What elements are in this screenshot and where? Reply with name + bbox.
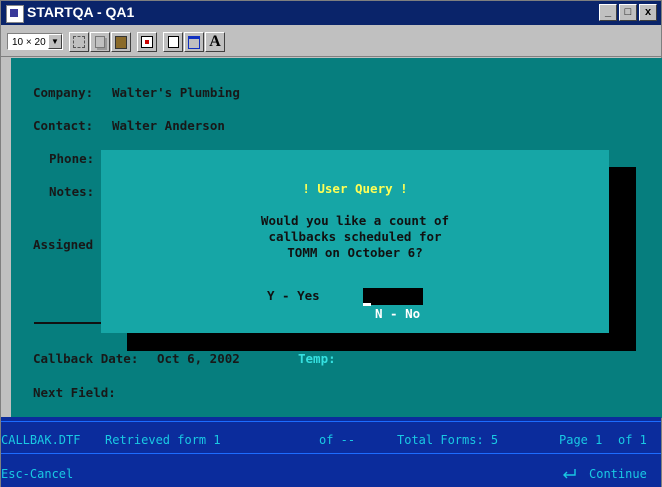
app-window: STARTQA - QA1 _ □ x 10 × 20 ▼ A Company:… <box>0 0 662 487</box>
no-option[interactable]: N - No <box>363 288 423 321</box>
maximize-button[interactable]: □ <box>619 4 637 21</box>
copy-button[interactable] <box>90 32 110 52</box>
dialog-title: ! User Query ! <box>302 181 408 196</box>
paste-icon <box>115 35 127 49</box>
phone-label: Phone: <box>49 151 95 166</box>
dialog-message-line-1: Would you like a count of <box>260 213 450 228</box>
status-total-forms: Total Forms: 5 <box>397 433 499 447</box>
status-divider-mid <box>1 453 661 454</box>
user-query-dialog: ! User Query ! Would you like a count of… <box>101 150 609 333</box>
form-screen: Company: Walter's Plumbing Contact: Walt… <box>11 58 662 418</box>
properties-icon <box>167 36 179 48</box>
window-controls: _ □ x <box>599 4 657 21</box>
title-bar[interactable]: STARTQA - QA1 _ □ x <box>1 1 661 25</box>
dialog-message-line-2: callbacks scheduled for <box>268 229 442 244</box>
properties-button[interactable] <box>163 32 183 52</box>
select-icon <box>73 36 85 48</box>
status-file: CALLBAK.DTF <box>1 433 81 447</box>
continue-button[interactable]: Continue <box>589 467 647 481</box>
contact-label: Contact: <box>33 118 94 133</box>
background-icon <box>188 35 200 49</box>
close-button[interactable]: x <box>639 4 657 21</box>
no-option-label: N - No <box>375 306 421 321</box>
status-divider-top <box>1 421 661 422</box>
font-size-value: 10 × 20 <box>12 37 46 48</box>
paste-button[interactable] <box>111 32 131 52</box>
callback-date-label: Callback Date: <box>33 351 139 366</box>
company-field[interactable]: Walter's Plumbing <box>112 85 240 100</box>
background-button[interactable] <box>184 32 204 52</box>
chevron-down-icon[interactable]: ▼ <box>48 34 62 49</box>
select-button[interactable] <box>69 32 89 52</box>
assigned-label: Assigned <box>33 237 94 252</box>
return-icon <box>563 469 576 479</box>
temp-label: Temp: <box>298 351 336 366</box>
callback-date-field[interactable]: Oct 6, 2002 <box>157 351 240 366</box>
status-retrieved: Retrieved form 1 <box>105 433 221 447</box>
contact-field[interactable]: Walter Anderson <box>112 118 225 133</box>
copy-icon <box>95 36 105 48</box>
font-size-select[interactable]: 10 × 20 ▼ <box>7 33 63 50</box>
esc-cancel-button[interactable]: Esc-Cancel <box>1 467 73 481</box>
next-field-label: Next Field: <box>33 385 116 400</box>
status-of-count: of -- <box>319 433 356 447</box>
fullscreen-button[interactable] <box>137 32 157 52</box>
app-icon[interactable] <box>6 5 24 23</box>
notes-label: Notes: <box>49 184 95 199</box>
company-label: Company: <box>33 85 94 100</box>
font-button[interactable]: A <box>205 32 225 52</box>
yes-option[interactable]: Y - Yes <box>267 288 320 303</box>
minimize-button[interactable]: _ <box>599 4 617 21</box>
status-bar: CALLBAK.DTF Retrieved form 1 of -- Total… <box>1 417 661 487</box>
fullscreen-icon <box>141 36 153 48</box>
font-icon: A <box>209 33 221 50</box>
toolbar: 10 × 20 ▼ A <box>1 26 661 57</box>
status-page: Page 1 <box>559 433 603 447</box>
dialog-message-line-3: TOMM on October 6? <box>287 245 423 260</box>
status-page-of: of 1 <box>618 433 647 447</box>
window-title: STARTQA - QA1 <box>27 4 135 20</box>
text-cursor <box>363 303 371 306</box>
